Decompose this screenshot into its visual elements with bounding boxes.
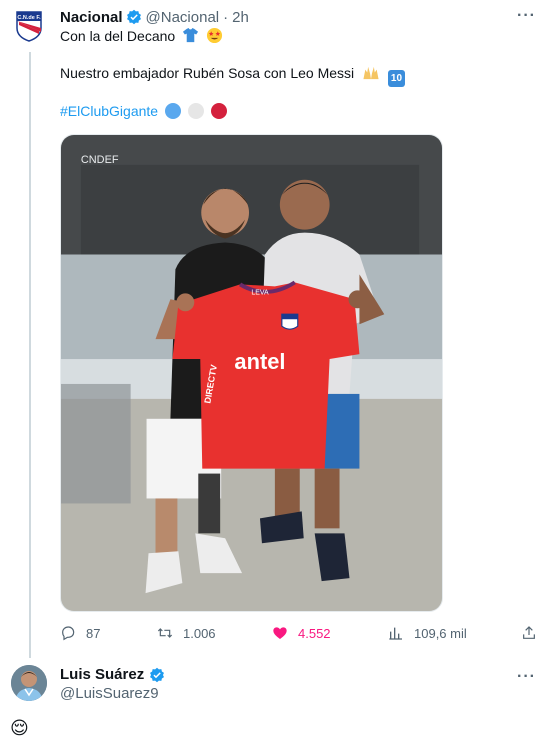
reply-author-handle[interactable]: @LuisSuarez9 <box>60 685 159 702</box>
photo-corner-mark: CNDEF <box>81 154 119 166</box>
hashtag-link[interactable]: #ElClubGigante <box>60 103 158 119</box>
thread-connector-line <box>29 52 31 658</box>
reply-icon <box>62 626 75 641</box>
retweet-button[interactable]: 1.006 <box>157 623 216 643</box>
blue-circle-icon <box>164 103 181 119</box>
shirt-sponsor-text: antel <box>234 349 285 374</box>
share-button[interactable] <box>521 623 547 643</box>
reply-more-options-icon[interactable]: ··· <box>517 668 536 686</box>
reply-author-name[interactable]: Luis Suárez <box>60 666 144 683</box>
star-struck-emoji-icon <box>206 27 223 44</box>
author-name[interactable]: Nacional <box>60 9 123 26</box>
tweet-text: Nuestro embajador Rubén Sosa con Leo Mes… <box>60 65 355 81</box>
jersey-emoji-icon <box>183 27 199 43</box>
tweet-text: Con la del Decano <box>60 28 176 44</box>
tweet-text-line-1: Con la del Decano <box>60 26 223 46</box>
keycap-ten-label: 10 <box>390 73 403 84</box>
suarez-avatar[interactable] <box>11 665 47 701</box>
heart-icon <box>273 627 287 639</box>
red-circle-icon <box>210 103 227 119</box>
views-button[interactable]: 109,6 mil <box>388 623 467 643</box>
tweet-text-line-3: #ElClubGigante <box>60 101 227 121</box>
retweet-icon <box>157 628 173 638</box>
author-handle[interactable]: @Nacional <box>146 9 220 26</box>
like-count: 4.552 <box>298 625 331 641</box>
tweet-text-line-2: Nuestro embajador Rubén Sosa con Leo Mes… <box>60 63 405 87</box>
retweet-count: 1.006 <box>183 625 216 641</box>
suarez-profile-photo <box>11 665 47 701</box>
more-options-icon[interactable]: ··· <box>517 7 536 25</box>
keycap-ten-emoji-icon: 10 <box>387 70 405 87</box>
nacional-avatar[interactable]: C.N.de F. <box>11 8 47 44</box>
reply-button[interactable]: 87 <box>60 623 100 643</box>
verified-badge-icon <box>150 667 165 682</box>
separator-dot: · <box>223 8 229 26</box>
reply-count: 87 <box>86 625 101 641</box>
reply-text-emoji: 😌 <box>10 718 29 738</box>
tweet-header: Nacional @Nacional · 2h ··· <box>60 7 536 27</box>
share-icon <box>523 626 535 639</box>
views-chart-icon <box>389 627 402 640</box>
nacional-crest-icon: C.N.de F. <box>16 11 42 42</box>
tweet-photo[interactable]: CNDEF LEVA antel DIRECTV <box>60 134 443 612</box>
raising-hands-emoji-icon <box>363 66 379 80</box>
svg-text:C.N.de F.: C.N.de F. <box>17 15 41 21</box>
like-button[interactable]: 4.552 <box>272 623 331 643</box>
white-circle-icon <box>187 103 204 119</box>
tweet-action-bar: 87 1.006 4.552 109,6 mil <box>60 623 540 643</box>
verified-badge-icon <box>126 9 141 25</box>
tweet-time[interactable]: 2h <box>232 9 249 26</box>
shirt-collar-text: LEVA <box>251 289 269 296</box>
view-count: 109,6 mil <box>414 625 467 641</box>
reply-author-row: Luis Suárez <box>60 666 169 683</box>
